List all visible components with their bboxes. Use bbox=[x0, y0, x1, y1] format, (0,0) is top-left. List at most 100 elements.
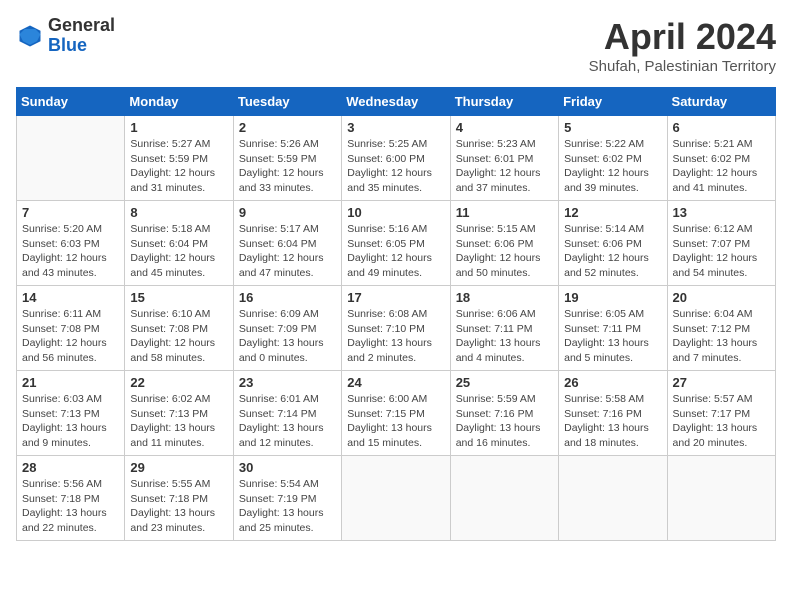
calendar-week-row: 7Sunrise: 5:20 AM Sunset: 6:03 PM Daylig… bbox=[17, 201, 776, 286]
calendar-cell: 11Sunrise: 5:15 AM Sunset: 6:06 PM Dayli… bbox=[450, 201, 558, 286]
day-number: 20 bbox=[673, 290, 770, 305]
cell-details: Sunrise: 6:09 AM Sunset: 7:09 PM Dayligh… bbox=[239, 307, 336, 366]
weekday-header: Friday bbox=[559, 88, 667, 116]
calendar-cell: 12 Sunrise: 5:14 AM Sunset: 6:06 PM Dayli… bbox=[559, 201, 667, 286]
calendar-cell: 10Sunrise: 5:16 AM Sunset: 6:05 PM Dayli… bbox=[342, 201, 450, 286]
calendar-cell: 5 Sunrise: 5:22 AM Sunset: 6:02 PM Daylig… bbox=[559, 116, 667, 201]
calendar-cell bbox=[342, 456, 450, 541]
calendar-cell: 21 Sunrise: 6:03 AM Sunset: 7:13 PM Dayli… bbox=[17, 371, 125, 456]
cell-details: Sunrise: 6:05 AM Sunset: 7:11 PM Dayligh… bbox=[564, 307, 661, 366]
cell-details: Sunrise: 5:25 AM Sunset: 6:00 PM Dayligh… bbox=[347, 137, 444, 196]
calendar-cell: 16 Sunrise: 6:09 AM Sunset: 7:09 PM Dayli… bbox=[233, 286, 341, 371]
calendar-cell: 27 Sunrise: 5:57 AM Sunset: 7:17 PM Dayli… bbox=[667, 371, 775, 456]
day-number: 2 bbox=[239, 120, 336, 135]
cell-details: Sunrise: 5:54 AM Sunset: 7:19 PM Dayligh… bbox=[239, 477, 336, 536]
day-number: 3 bbox=[347, 120, 444, 135]
calendar-cell: 13 Sunrise: 6:12 AM Sunset: 7:07 PM Dayli… bbox=[667, 201, 775, 286]
cell-details: Sunrise: 5:23 AM Sunset: 6:01 PM Dayligh… bbox=[456, 137, 553, 196]
day-number: 21 bbox=[22, 375, 119, 390]
calendar-cell: 14Sunrise: 6:11 AM Sunset: 7:08 PM Dayli… bbox=[17, 286, 125, 371]
cell-details: Sunrise: 6:10 AM Sunset: 7:08 PM Dayligh… bbox=[130, 307, 227, 366]
cell-details: Sunrise: 5:58 AM Sunset: 7:16 PM Dayligh… bbox=[564, 392, 661, 451]
calendar-cell bbox=[559, 456, 667, 541]
day-number: 13 bbox=[673, 205, 770, 220]
day-number: 17 bbox=[347, 290, 444, 305]
calendar-cell: 19 Sunrise: 6:05 AM Sunset: 7:11 PM Dayli… bbox=[559, 286, 667, 371]
day-number: 15 bbox=[130, 290, 227, 305]
calendar-cell: 22 Sunrise: 6:02 AM Sunset: 7:13 PM Dayli… bbox=[125, 371, 233, 456]
title-block: April 2024 Shufah, Palestinian Territory bbox=[589, 16, 776, 75]
day-number: 27 bbox=[673, 375, 770, 390]
calendar-cell: 4Sunrise: 5:23 AM Sunset: 6:01 PM Daylig… bbox=[450, 116, 558, 201]
cell-details: Sunrise: 5:55 AM Sunset: 7:18 PM Dayligh… bbox=[130, 477, 227, 536]
calendar-cell: 24Sunrise: 6:00 AM Sunset: 7:15 PM Dayli… bbox=[342, 371, 450, 456]
calendar-cell: 28 Sunrise: 5:56 AM Sunset: 7:18 PM Dayli… bbox=[17, 456, 125, 541]
day-number: 24 bbox=[347, 375, 444, 390]
calendar-week-row: 28 Sunrise: 5:56 AM Sunset: 7:18 PM Dayli… bbox=[17, 456, 776, 541]
calendar-cell: 29 Sunrise: 5:55 AM Sunset: 7:18 PM Dayli… bbox=[125, 456, 233, 541]
day-number: 6 bbox=[673, 120, 770, 135]
weekday-header: Wednesday bbox=[342, 88, 450, 116]
day-number: 25 bbox=[456, 375, 553, 390]
cell-details: Sunrise: 5:27 AM Sunset: 5:59 PM Dayligh… bbox=[130, 137, 227, 196]
day-number: 28 bbox=[22, 460, 119, 475]
day-number: 14 bbox=[22, 290, 119, 305]
day-number: 5 bbox=[564, 120, 661, 135]
logo-blue: Blue bbox=[48, 35, 87, 55]
weekday-header: Tuesday bbox=[233, 88, 341, 116]
day-number: 22 bbox=[130, 375, 227, 390]
calendar-cell: 18 Sunrise: 6:06 AM Sunset: 7:11 PM Dayli… bbox=[450, 286, 558, 371]
month-title: April 2024 bbox=[589, 16, 776, 58]
cell-details: Sunrise: 5:18 AM Sunset: 6:04 PM Dayligh… bbox=[130, 222, 227, 281]
cell-details: Sunrise: 6:04 AM Sunset: 7:12 PM Dayligh… bbox=[673, 307, 770, 366]
cell-details: Sunrise: 5:16 AM Sunset: 6:05 PM Dayligh… bbox=[347, 222, 444, 281]
cell-details: Sunrise: 6:12 AM Sunset: 7:07 PM Dayligh… bbox=[673, 222, 770, 281]
day-number: 18 bbox=[456, 290, 553, 305]
day-number: 8 bbox=[130, 205, 227, 220]
weekday-header: Saturday bbox=[667, 88, 775, 116]
calendar-cell: 26 Sunrise: 5:58 AM Sunset: 7:16 PM Dayli… bbox=[559, 371, 667, 456]
calendar-cell bbox=[17, 116, 125, 201]
cell-details: Sunrise: 6:03 AM Sunset: 7:13 PM Dayligh… bbox=[22, 392, 119, 451]
cell-details: Sunrise: 5:22 AM Sunset: 6:02 PM Dayligh… bbox=[564, 137, 661, 196]
calendar-week-row: 1Sunrise: 5:27 AM Sunset: 5:59 PM Daylig… bbox=[17, 116, 776, 201]
day-number: 26 bbox=[564, 375, 661, 390]
logo-text: General Blue bbox=[48, 16, 115, 56]
cell-details: Sunrise: 5:20 AM Sunset: 6:03 PM Dayligh… bbox=[22, 222, 119, 281]
logo-general: General bbox=[48, 15, 115, 35]
page-header: General Blue April 2024 Shufah, Palestin… bbox=[16, 16, 776, 75]
location: Shufah, Palestinian Territory bbox=[589, 58, 776, 75]
calendar-cell: 3 Sunrise: 5:25 AM Sunset: 6:00 PM Daylig… bbox=[342, 116, 450, 201]
cell-details: Sunrise: 6:02 AM Sunset: 7:13 PM Dayligh… bbox=[130, 392, 227, 451]
day-number: 16 bbox=[239, 290, 336, 305]
calendar-cell: 9 Sunrise: 5:17 AM Sunset: 6:04 PM Daylig… bbox=[233, 201, 341, 286]
header-row: SundayMondayTuesdayWednesdayThursdayFrid… bbox=[17, 88, 776, 116]
logo: General Blue bbox=[16, 16, 115, 56]
cell-details: Sunrise: 5:17 AM Sunset: 6:04 PM Dayligh… bbox=[239, 222, 336, 281]
day-number: 9 bbox=[239, 205, 336, 220]
cell-details: Sunrise: 6:06 AM Sunset: 7:11 PM Dayligh… bbox=[456, 307, 553, 366]
calendar-cell: 30 Sunrise: 5:54 AM Sunset: 7:19 PM Dayli… bbox=[233, 456, 341, 541]
calendar-week-row: 21 Sunrise: 6:03 AM Sunset: 7:13 PM Dayli… bbox=[17, 371, 776, 456]
cell-details: Sunrise: 5:57 AM Sunset: 7:17 PM Dayligh… bbox=[673, 392, 770, 451]
cell-details: Sunrise: 5:26 AM Sunset: 5:59 PM Dayligh… bbox=[239, 137, 336, 196]
day-number: 30 bbox=[239, 460, 336, 475]
cell-details: Sunrise: 6:01 AM Sunset: 7:14 PM Dayligh… bbox=[239, 392, 336, 451]
calendar-cell: 17Sunrise: 6:08 AM Sunset: 7:10 PM Dayli… bbox=[342, 286, 450, 371]
weekday-header: Thursday bbox=[450, 88, 558, 116]
day-number: 12 bbox=[564, 205, 661, 220]
day-number: 11 bbox=[456, 205, 553, 220]
day-number: 29 bbox=[130, 460, 227, 475]
cell-details: Sunrise: 5:14 AM Sunset: 6:06 PM Dayligh… bbox=[564, 222, 661, 281]
cell-details: Sunrise: 5:56 AM Sunset: 7:18 PM Dayligh… bbox=[22, 477, 119, 536]
day-number: 19 bbox=[564, 290, 661, 305]
calendar-table: SundayMondayTuesdayWednesdayThursdayFrid… bbox=[16, 87, 776, 541]
cell-details: Sunrise: 5:21 AM Sunset: 6:02 PM Dayligh… bbox=[673, 137, 770, 196]
calendar-cell: 6 Sunrise: 5:21 AM Sunset: 6:02 PM Daylig… bbox=[667, 116, 775, 201]
calendar-cell: 15 Sunrise: 6:10 AM Sunset: 7:08 PM Dayli… bbox=[125, 286, 233, 371]
calendar-cell: 23Sunrise: 6:01 AM Sunset: 7:14 PM Dayli… bbox=[233, 371, 341, 456]
calendar-cell bbox=[667, 456, 775, 541]
calendar-cell: 20 Sunrise: 6:04 AM Sunset: 7:12 PM Dayli… bbox=[667, 286, 775, 371]
calendar-cell: 1Sunrise: 5:27 AM Sunset: 5:59 PM Daylig… bbox=[125, 116, 233, 201]
weekday-header: Sunday bbox=[17, 88, 125, 116]
